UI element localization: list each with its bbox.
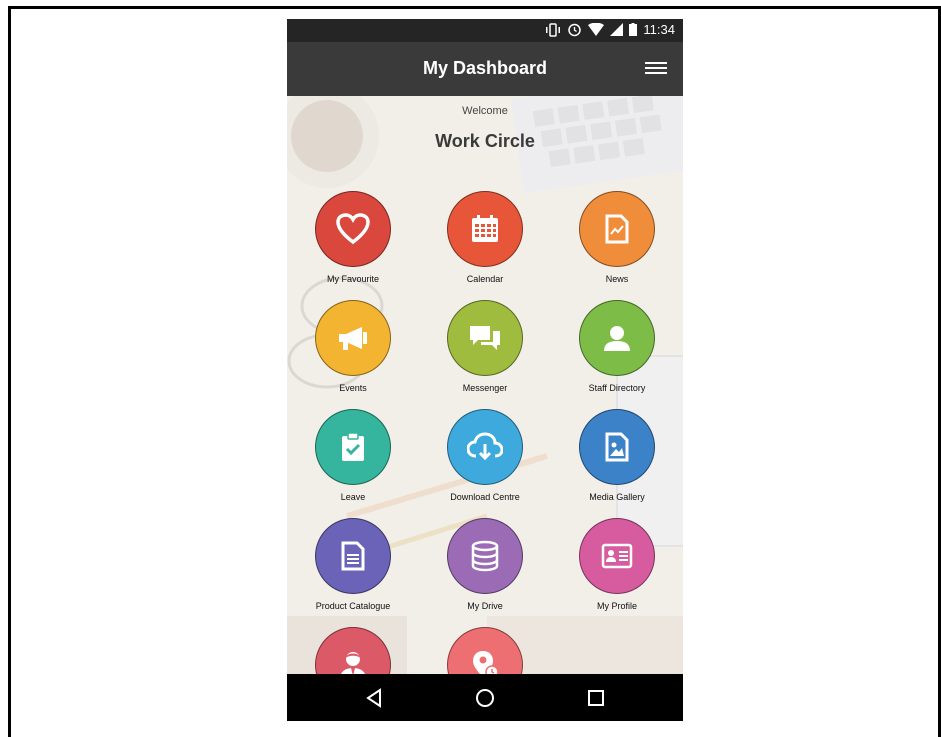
recents-icon	[588, 690, 604, 706]
menu-icon[interactable]	[645, 62, 667, 76]
clipboard-check-icon	[342, 432, 364, 461]
tile-label: Media Gallery	[589, 492, 645, 502]
news-icon	[605, 214, 629, 244]
tile-leave[interactable]: Leave	[293, 409, 413, 509]
tile-messenger[interactable]: Messenger	[425, 300, 545, 400]
vibrate-icon	[546, 22, 561, 37]
tile-label: Leave	[340, 492, 366, 502]
tile-label: My Profile	[596, 601, 637, 611]
page-title: My Dashboard	[422, 58, 548, 78]
megaphone-icon	[339, 327, 367, 350]
document-icon	[341, 541, 365, 571]
wifi-icon	[588, 23, 605, 36]
id-card-icon	[601, 543, 633, 569]
tile-my-favourite[interactable]: My Favourite	[293, 191, 413, 291]
tile-label: Messenger	[462, 383, 508, 393]
tile-label: My Favourite	[326, 274, 379, 284]
tile-label: Events	[339, 383, 367, 393]
tile-label: Product Catalogue	[315, 601, 391, 611]
back-button[interactable]	[362, 686, 386, 710]
status-time: 11:34	[643, 22, 675, 37]
home-icon	[476, 689, 494, 707]
phone-screen: 11:34 My Dashboard Welcome Work Circle M…	[287, 19, 683, 721]
tile-label: Calendar	[466, 274, 504, 284]
tile-label: News	[605, 274, 629, 284]
tile-news[interactable]: News	[557, 191, 677, 291]
battery-icon	[629, 23, 638, 36]
calendar-icon	[472, 215, 498, 242]
heart-icon	[336, 213, 370, 245]
status-bar: 11:34	[287, 19, 683, 42]
person-icon	[341, 652, 365, 674]
tile-label: Download Centre	[450, 492, 520, 502]
alarm-icon	[568, 23, 582, 37]
welcome-text: Welcome	[462, 105, 508, 117]
back-icon	[366, 688, 381, 708]
tile-label: My Drive	[467, 601, 503, 611]
cloud-download-icon	[467, 432, 503, 461]
app-bar: My Dashboard	[287, 42, 683, 96]
tile-label: Staff Directory	[588, 383, 646, 393]
tile-media-gallery[interactable]: Media Gallery	[557, 409, 677, 509]
navigation-bar	[287, 674, 683, 721]
tile-my-profile[interactable]: My Profile	[557, 518, 677, 618]
location-clock-icon	[473, 651, 499, 674]
user-icon	[604, 326, 630, 351]
tile-events[interactable]: Events	[293, 300, 413, 400]
cell-signal-icon	[610, 23, 624, 36]
dashboard-content: Welcome Work Circle My Favourite Calenda…	[287, 96, 683, 674]
tile-product-catalogue[interactable]: Product Catalogue	[293, 518, 413, 618]
tile-calendar[interactable]: Calendar	[425, 191, 545, 291]
tile-staff-directory[interactable]: Staff Directory	[557, 300, 677, 400]
recents-button[interactable]	[584, 686, 608, 710]
company-name: Work Circle	[435, 131, 535, 151]
tile-download-centre[interactable]: Download Centre	[425, 409, 545, 509]
tile-location-clock[interactable]	[425, 627, 545, 674]
tile-person[interactable]	[293, 627, 413, 674]
tile-my-drive[interactable]: My Drive	[425, 518, 545, 618]
chat-icon	[470, 326, 500, 350]
home-button[interactable]	[473, 686, 497, 710]
database-icon	[471, 540, 499, 572]
image-file-icon	[605, 432, 629, 462]
